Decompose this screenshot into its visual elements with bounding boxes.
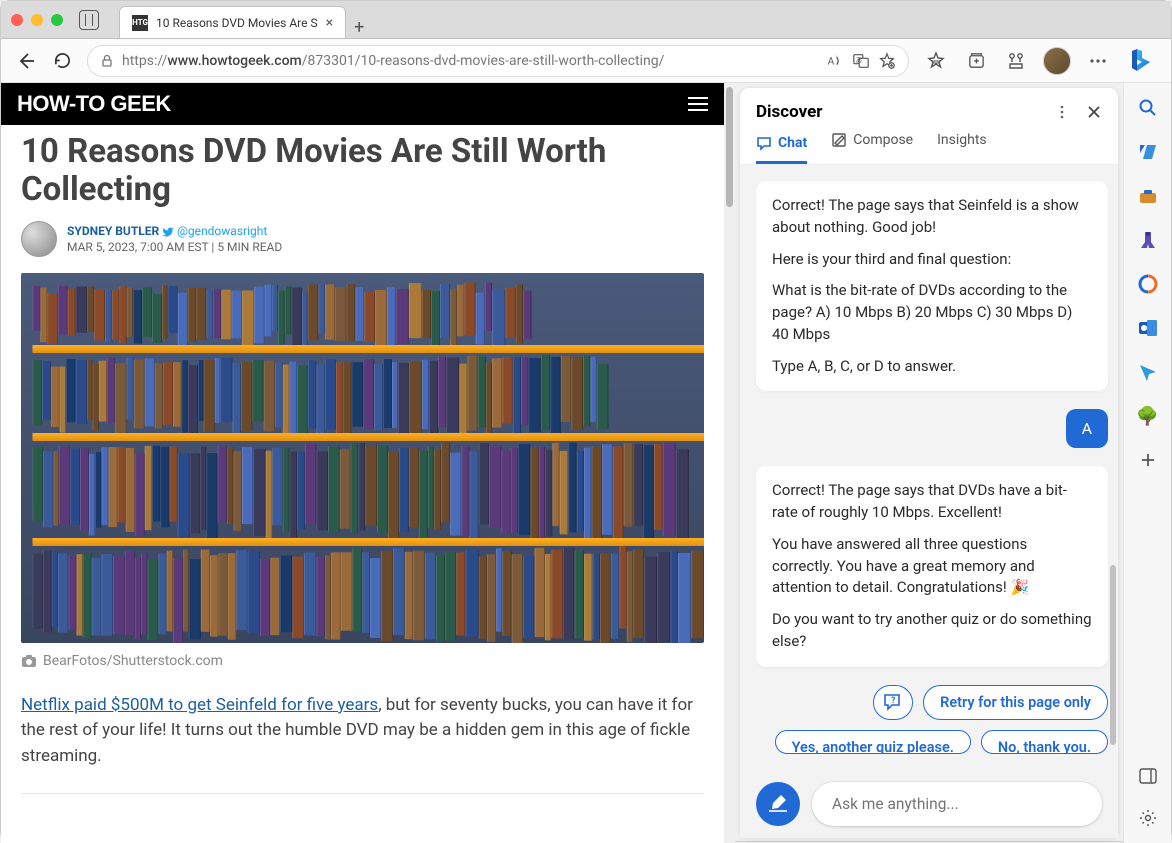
maximize-window-button[interactable] [51,14,63,26]
retry-suggestion[interactable]: Retry for this page only [923,685,1108,720]
tab-actions-icon[interactable] [79,10,99,30]
rail-search-icon[interactable] [1137,97,1159,119]
new-topic-button[interactable] [756,782,800,826]
rail-games-icon[interactable] [1137,229,1159,251]
tab-insights[interactable]: Insights [937,132,987,154]
chat-input[interactable] [812,782,1102,826]
translate-icon[interactable]: あ [852,52,870,70]
chat-messages: Correct! The page says that Seinfeld is … [740,165,1118,770]
no-suggestion[interactable]: No, thank you. [981,730,1108,754]
article-paragraph: Netflix paid $500M to get Seinfeld for f… [21,693,704,770]
bot-message: Correct! The page says that Seinfeld is … [756,181,1108,391]
suggestion-chips: ? Retry for this page only Yes, another … [756,685,1108,754]
minimize-window-button[interactable] [31,14,43,26]
yes-suggestion[interactable]: Yes, another quiz please. [775,730,971,754]
byline: SYDNEY BUTLER @gendowasright MAR 5, 2023… [21,221,704,257]
back-button[interactable] [15,50,37,72]
rail-tree-icon[interactable]: 🌳 [1137,405,1159,427]
chat-icon [756,135,772,151]
svg-text:あ: あ [856,55,862,63]
article-content: How-To Geek 10 Reasons DVD Movies Are St… [1,83,724,843]
user-message: A [1066,409,1108,448]
rail-drop-icon[interactable] [1137,361,1159,383]
scrollbar[interactable] [724,83,735,843]
panel-title: Discover [756,102,1046,122]
scrollbar-thumb[interactable] [726,87,733,207]
rail-outlook-icon[interactable] [1137,317,1159,339]
chat-scrollbar-thumb[interactable] [1110,565,1116,745]
rail-m365-icon[interactable] [1137,273,1159,295]
article-meta: MAR 5, 2023, 7:00 AM EST | 5 MIN READ [67,240,282,254]
favorites-icon[interactable] [923,48,949,74]
article-title: 10 Reasons DVD Movies Are Still Worth Co… [21,133,704,209]
rail-settings-icon[interactable] [1137,807,1159,829]
author-twitter[interactable]: @gendowasright [177,224,267,238]
tab-favicon: HTG [132,15,148,31]
window-titlebar: HTG 10 Reasons DVD Movies Are S × + [1,1,1171,39]
rail-hide-icon[interactable] [1137,765,1159,787]
browser-toolbar: https://www.howtogeek.com/873301/10-reas… [1,39,1171,83]
svg-text:A: A [828,56,835,67]
new-tab-button[interactable]: + [354,17,364,38]
chat-input-row [740,770,1118,838]
article-link[interactable]: Netflix paid $500M to get Seinfeld for f… [21,695,378,715]
bing-sidebar-icon[interactable] [1125,45,1157,77]
hero-image [21,273,704,643]
compose-icon [831,132,847,148]
panel-tabs: Chat Compose Insights [740,132,1118,165]
svg-text:?: ? [891,696,896,706]
collections-icon[interactable] [963,48,989,74]
panel-close-icon[interactable] [1086,104,1102,120]
help-suggestion-icon[interactable]: ? [873,685,913,720]
image-caption: BearFotos/Shutterstock.com [21,653,704,669]
tab-compose[interactable]: Compose [831,132,913,154]
read-aloud-icon[interactable]: A› [826,52,844,70]
lock-icon [100,54,114,68]
extensions-icon[interactable] [1003,48,1029,74]
rail-tools-icon[interactable] [1137,185,1159,207]
author-avatar [21,221,57,257]
site-header: How-To Geek [1,83,724,125]
close-tab-icon[interactable]: × [326,15,333,31]
svg-text:›: › [836,52,838,60]
rail-add-icon[interactable] [1137,449,1159,471]
browser-tab[interactable]: HTG 10 Reasons DVD Movies Are S × [119,6,346,38]
refresh-button[interactable] [51,50,73,72]
browser-tabs: HTG 10 Reasons DVD Movies Are S × + [119,1,364,38]
menu-icon[interactable] [688,97,708,111]
url-text: https://www.howtogeek.com/873301/10-reas… [122,53,818,69]
traffic-lights [11,14,63,26]
rail-shopping-icon[interactable] [1137,141,1159,163]
tab-chat[interactable]: Chat [756,132,807,164]
address-bar[interactable]: https://www.howtogeek.com/873301/10-reas… [87,45,909,77]
sidebar-rail: 🌳 [1123,83,1171,843]
favorite-star-icon[interactable] [878,52,896,70]
camera-icon [21,654,37,668]
author-name[interactable]: SYDNEY BUTLER [67,224,159,238]
twitter-icon[interactable] [162,224,177,238]
tab-title: 10 Reasons DVD Movies Are S [156,16,318,30]
panel-more-icon[interactable] [1054,104,1070,120]
site-logo[interactable]: How-To Geek [17,91,171,117]
more-menu-icon[interactable] [1085,48,1111,74]
close-window-button[interactable] [11,14,23,26]
discover-panel: Discover Chat Compose Insights Correct! … [739,87,1119,839]
bot-message: Correct! The page says that DVDs have a … [756,466,1108,666]
profile-avatar[interactable] [1043,47,1071,75]
